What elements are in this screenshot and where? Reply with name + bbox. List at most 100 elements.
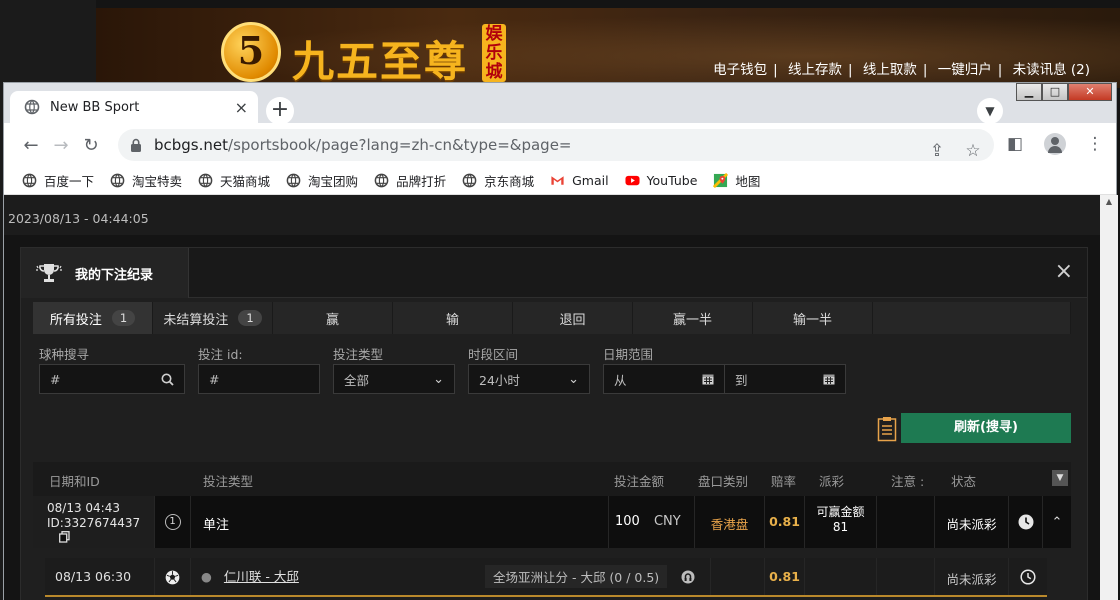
bookmark-item[interactable]: Gmail — [550, 173, 609, 188]
minimize-icon[interactable]: ▁ — [1016, 83, 1042, 101]
bookmark-label: YouTube — [646, 173, 698, 188]
bookmark-item[interactable]: 品牌打折 — [374, 171, 446, 190]
page-viewport: 2023/08/13 - 04:44:05 我的下注纪录 × 所有投注 1 未结… — [4, 195, 1100, 600]
site-logo-text[interactable]: 九五至尊 — [292, 28, 468, 89]
bookmark-label: 淘宝团购 — [308, 174, 359, 189]
selection-underline — [45, 595, 1047, 597]
col-note: 注意 : — [891, 474, 925, 489]
date-to-input[interactable]: 到 — [724, 364, 846, 394]
globe-icon — [110, 173, 125, 188]
tab-search-chevron-icon[interactable]: ▼ — [977, 98, 1003, 124]
forward-arrow-icon[interactable]: → — [46, 135, 76, 156]
trophy-icon — [36, 264, 62, 282]
clock-icon — [1018, 514, 1033, 530]
clock-icon — [1020, 569, 1036, 585]
col-amount: 投注金额 — [614, 474, 665, 489]
page-datetime: 2023/08/13 - 04:44:05 — [8, 211, 149, 226]
selection-time-cell: 08/13 06:30 — [45, 558, 155, 596]
selection-row[interactable]: 08/13 06:30 ● 仁川联 - 大邱 全场亚洲让分 - 大邱 (0 / … — [45, 558, 1047, 596]
bookmark-item[interactable]: 百度一下 — [22, 171, 94, 190]
tab-half-win[interactable]: 赢一半 — [633, 302, 753, 334]
link-withdraw[interactable]: 线上取款 — [863, 62, 917, 78]
chevron-up-icon[interactable]: ⌃ — [1043, 496, 1071, 548]
profile-avatar-icon[interactable] — [1044, 133, 1066, 155]
menu-kebab-icon[interactable]: ⋮ — [1084, 133, 1106, 155]
address-bar[interactable]: bcbgs.net/sportsbook/page?lang=zh-cn&typ… — [118, 129, 994, 161]
link-messages[interactable]: 未读讯息 (2) — [1013, 62, 1090, 78]
tab-bar: New BB Sport × + ▼ ▁ □ ✕ — [4, 83, 1116, 125]
copy-icon[interactable] — [59, 531, 70, 543]
date-from-input[interactable]: 从 — [603, 364, 725, 394]
bookmark-label: Gmail — [572, 173, 609, 188]
site-logo-mark[interactable]: 5 — [221, 22, 281, 82]
bookmark-item[interactable]: 淘宝特卖 — [110, 171, 182, 190]
tab-refund[interactable]: 退回 — [513, 302, 633, 334]
odds-type: 香港盘 — [710, 517, 749, 532]
bet-date-cell: 08/13 04:43 ID:3327674437 — [33, 496, 155, 548]
select-value: 全部 — [344, 372, 370, 388]
share-icon[interactable]: ⇪ — [926, 140, 948, 162]
bookmark-item[interactable]: YouTube — [625, 173, 698, 188]
window-controls: ▁ □ ✕ — [1016, 83, 1112, 101]
tab-close-icon[interactable]: × — [235, 98, 248, 117]
url-host: bcbgs.net — [154, 136, 229, 154]
toolbar-right: ◧ ⋮ — [1004, 133, 1106, 155]
bookmark-label: 百度一下 — [44, 174, 95, 189]
refresh-search-button[interactable]: 刷新(搜寻) — [901, 413, 1071, 443]
tab-lose[interactable]: 输 — [393, 302, 513, 334]
star-icon[interactable]: ☆ — [962, 140, 984, 162]
logo-badge-text: 娱乐城 — [485, 24, 503, 82]
browser-tab[interactable]: New BB Sport × — [10, 91, 258, 123]
match-name[interactable]: 仁川联 - 大邱 — [224, 569, 299, 584]
odds-type-cell: 香港盘 — [695, 496, 765, 548]
globe-icon — [286, 173, 301, 188]
search-icon — [161, 373, 174, 386]
bet-type-select[interactable]: 全部 ⌄ — [333, 364, 455, 394]
bookmark-label: 地图 — [735, 174, 761, 189]
bet-id-input[interactable]: # — [198, 364, 320, 394]
selection-match-cell: ● 仁川联 - 大邱 全场亚洲让分 - 大邱 (0 / 0.5) — [191, 558, 711, 596]
link-deposit[interactable]: 线上存款 — [788, 62, 842, 78]
tab-half-lose[interactable]: 输一半 — [753, 302, 873, 334]
table-row[interactable]: 08/13 04:43 ID:3327674437 1 单注 100 CNY 香… — [33, 496, 1071, 548]
site-logo-badge: 娱乐城 — [482, 24, 506, 82]
tab-all-bets[interactable]: 所有投注 1 — [33, 302, 153, 334]
modal-close-icon[interactable]: × — [1055, 261, 1073, 283]
back-arrow-icon[interactable]: ← — [16, 135, 46, 156]
date-range-label: 日期范围 — [603, 347, 654, 362]
url-text: bcbgs.net/sportsbook/page?lang=zh-cn&typ… — [154, 136, 572, 154]
maximize-icon[interactable]: □ — [1042, 83, 1068, 101]
tab-win[interactable]: 赢 — [273, 302, 393, 334]
page-scrollbar[interactable]: ▲ — [1100, 195, 1118, 600]
tab-unsettled[interactable]: 未结算投注 1 — [153, 302, 273, 334]
bet-status: 尚未派彩 — [946, 517, 997, 532]
bet-date: 08/13 04:43 — [47, 501, 120, 515]
window-close-icon[interactable]: ✕ — [1068, 83, 1112, 101]
col-payout: 派彩 — [819, 474, 845, 489]
browser-toolbar: ← → ↻ bcbgs.net/sportsbook/page?lang=zh-… — [4, 123, 1116, 167]
youtube-icon — [625, 175, 640, 186]
payout-label: 可赢金额 — [816, 505, 865, 519]
new-tab-button[interactable]: + — [266, 97, 294, 125]
empty-cell — [877, 558, 935, 596]
input-placeholder: 到 — [735, 372, 748, 388]
sport-search-label: 球种搜寻 — [39, 347, 90, 362]
collapse-all-chevron-icon[interactable]: ▼ — [1052, 470, 1068, 486]
reload-icon[interactable]: ↻ — [76, 135, 106, 156]
market-info-icon[interactable] — [681, 570, 695, 584]
period-select[interactable]: 24小时 ⌄ — [468, 364, 590, 394]
sport-search-input[interactable]: # — [39, 364, 185, 394]
soccer-ball-icon — [165, 570, 180, 584]
scroll-up-arrow-icon[interactable]: ▲ — [1100, 195, 1118, 209]
tab-title: New BB Sport — [50, 99, 140, 115]
link-wallet[interactable]: 电子钱包 — [713, 62, 767, 78]
bookmark-item[interactable]: 京东商城 — [462, 171, 534, 190]
link-transfer[interactable]: 一键归户 — [938, 62, 992, 78]
bet-amount: 100 — [615, 514, 640, 529]
clipboard-icon[interactable] — [877, 416, 897, 442]
side-panel-icon[interactable]: ◧ — [1004, 133, 1026, 155]
bookmark-item[interactable]: 地图 — [713, 171, 760, 190]
bookmark-item[interactable]: 淘宝团购 — [286, 171, 358, 190]
bookmark-item[interactable]: 天猫商城 — [198, 171, 270, 190]
table-header: 日期和ID 投注类型 投注金额 盘口类别 赔率 派彩 注意 : 状态 ▼ — [33, 462, 1071, 496]
